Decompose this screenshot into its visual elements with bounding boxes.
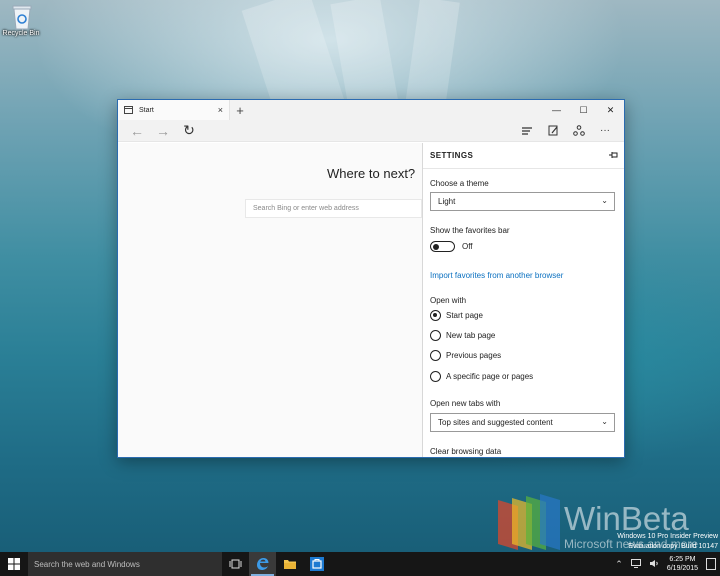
store-icon (309, 557, 324, 571)
tab-title: Start (139, 106, 154, 114)
clock-date: 6/19/2015 (666, 565, 698, 572)
system-tray: ⌃ 6:25 PM 6/19/2015 (330, 552, 720, 576)
build-info-line2: Evaluation copy. Build 10147 (628, 543, 718, 550)
taskbar-search-input[interactable]: Search the web and Windows (28, 552, 222, 576)
title-bar: Start × + — ☐ ✕ (118, 100, 624, 120)
network-icon[interactable] (630, 558, 641, 570)
chevron-up-icon[interactable]: ⌃ (615, 559, 623, 570)
build-info-line1: Windows 10 Pro Insider Preview (617, 533, 718, 540)
recycle-bin-icon (9, 2, 35, 30)
maximize-button[interactable]: ☐ (570, 100, 597, 120)
clock[interactable]: 6:25 PM 6/19/2015 (667, 555, 698, 573)
store-button[interactable] (303, 552, 330, 576)
notification-center-icon[interactable] (706, 558, 716, 570)
radio-label: A specific page or pages (446, 372, 534, 381)
more-button[interactable]: ··· (592, 125, 618, 136)
taskbar: Search the web and Windows ⌃ 6:25 PM 6/1… (0, 552, 720, 576)
clock-time: 6:25 PM (669, 556, 696, 563)
edge-taskbar-button[interactable] (249, 552, 276, 576)
new-tab-button[interactable]: + (230, 100, 250, 120)
volume-icon[interactable] (649, 559, 659, 570)
chevron-down-icon: ⌄ (601, 417, 608, 426)
pin-icon[interactable] (608, 151, 618, 161)
open-with-label: Open with (430, 296, 467, 305)
hub-button[interactable] (514, 126, 540, 136)
navigation-bar: ← → ↻ ··· (118, 120, 624, 142)
start-button[interactable] (0, 552, 28, 576)
radio-previous-pages[interactable]: Previous pages (430, 350, 501, 361)
share-button[interactable] (566, 125, 592, 136)
task-view-icon (229, 559, 242, 569)
start-page-heading: Where to next? (327, 166, 416, 181)
search-input[interactable]: Search Bing or enter web address (245, 199, 422, 218)
close-button[interactable]: ✕ (597, 100, 624, 120)
tab-start[interactable]: Start × (118, 100, 230, 120)
radio-button-selected (430, 310, 441, 321)
file-explorer-button[interactable] (276, 552, 303, 576)
settings-title: SETTINGS (430, 151, 474, 160)
favorites-bar-toggle[interactable] (430, 241, 455, 252)
theme-select[interactable]: Light ⌄ (430, 192, 615, 211)
web-note-icon (548, 125, 557, 136)
tab-close-icon[interactable]: × (218, 105, 223, 115)
settings-pane: SETTINGS Choose a theme Light ⌄ Show the… (422, 143, 624, 457)
start-page: Where to next? Search Bing or enter web … (118, 143, 422, 457)
radio-new-tab-page[interactable]: New tab page (430, 330, 495, 341)
toggle-knob (433, 243, 439, 250)
new-tabs-value: Top sites and suggested content (438, 418, 553, 427)
tab-page-icon (124, 106, 133, 114)
recycle-bin-label: Recycle Bin (2, 30, 40, 37)
radio-label: Start page (446, 311, 483, 320)
favorites-bar-label: Show the favorites bar (430, 226, 510, 235)
windows-logo-icon (8, 558, 20, 570)
theme-value: Light (438, 197, 456, 206)
clear-browsing-data-label: Clear browsing data (430, 447, 502, 456)
folder-icon (283, 560, 296, 569)
forward-button[interactable]: → (150, 123, 176, 139)
new-tabs-label: Open new tabs with (430, 399, 501, 408)
theme-label: Choose a theme (430, 179, 489, 188)
radio-specific-pages[interactable]: A specific page or pages (430, 371, 533, 382)
radio-button (430, 371, 441, 382)
radio-label: Previous pages (446, 351, 502, 360)
minimize-button[interactable]: — (543, 100, 570, 120)
task-view-button[interactable] (222, 552, 249, 576)
settings-header: SETTINGS (423, 143, 624, 169)
import-favorites-link[interactable]: Import favorites from another browser (430, 271, 563, 280)
radio-start-page[interactable]: Start page (430, 310, 483, 321)
share-icon (573, 125, 585, 136)
edge-icon (256, 558, 268, 570)
favorites-bar-state: Off (462, 242, 473, 251)
hub-icon (522, 126, 532, 135)
recycle-bin-shortcut[interactable]: Recycle Bin (2, 2, 42, 37)
edge-window: Start × + — ☐ ✕ ← → ↻ ··· Where to next?… (117, 99, 625, 458)
new-tabs-select[interactable]: Top sites and suggested content ⌄ (430, 413, 615, 432)
radio-button (430, 350, 441, 361)
refresh-button[interactable]: ↻ (176, 122, 202, 139)
back-button[interactable]: ← (124, 123, 150, 139)
web-note-button[interactable] (540, 125, 566, 136)
chevron-down-icon: ⌄ (601, 196, 608, 205)
radio-label: New tab page (446, 331, 496, 340)
radio-button (430, 330, 441, 341)
